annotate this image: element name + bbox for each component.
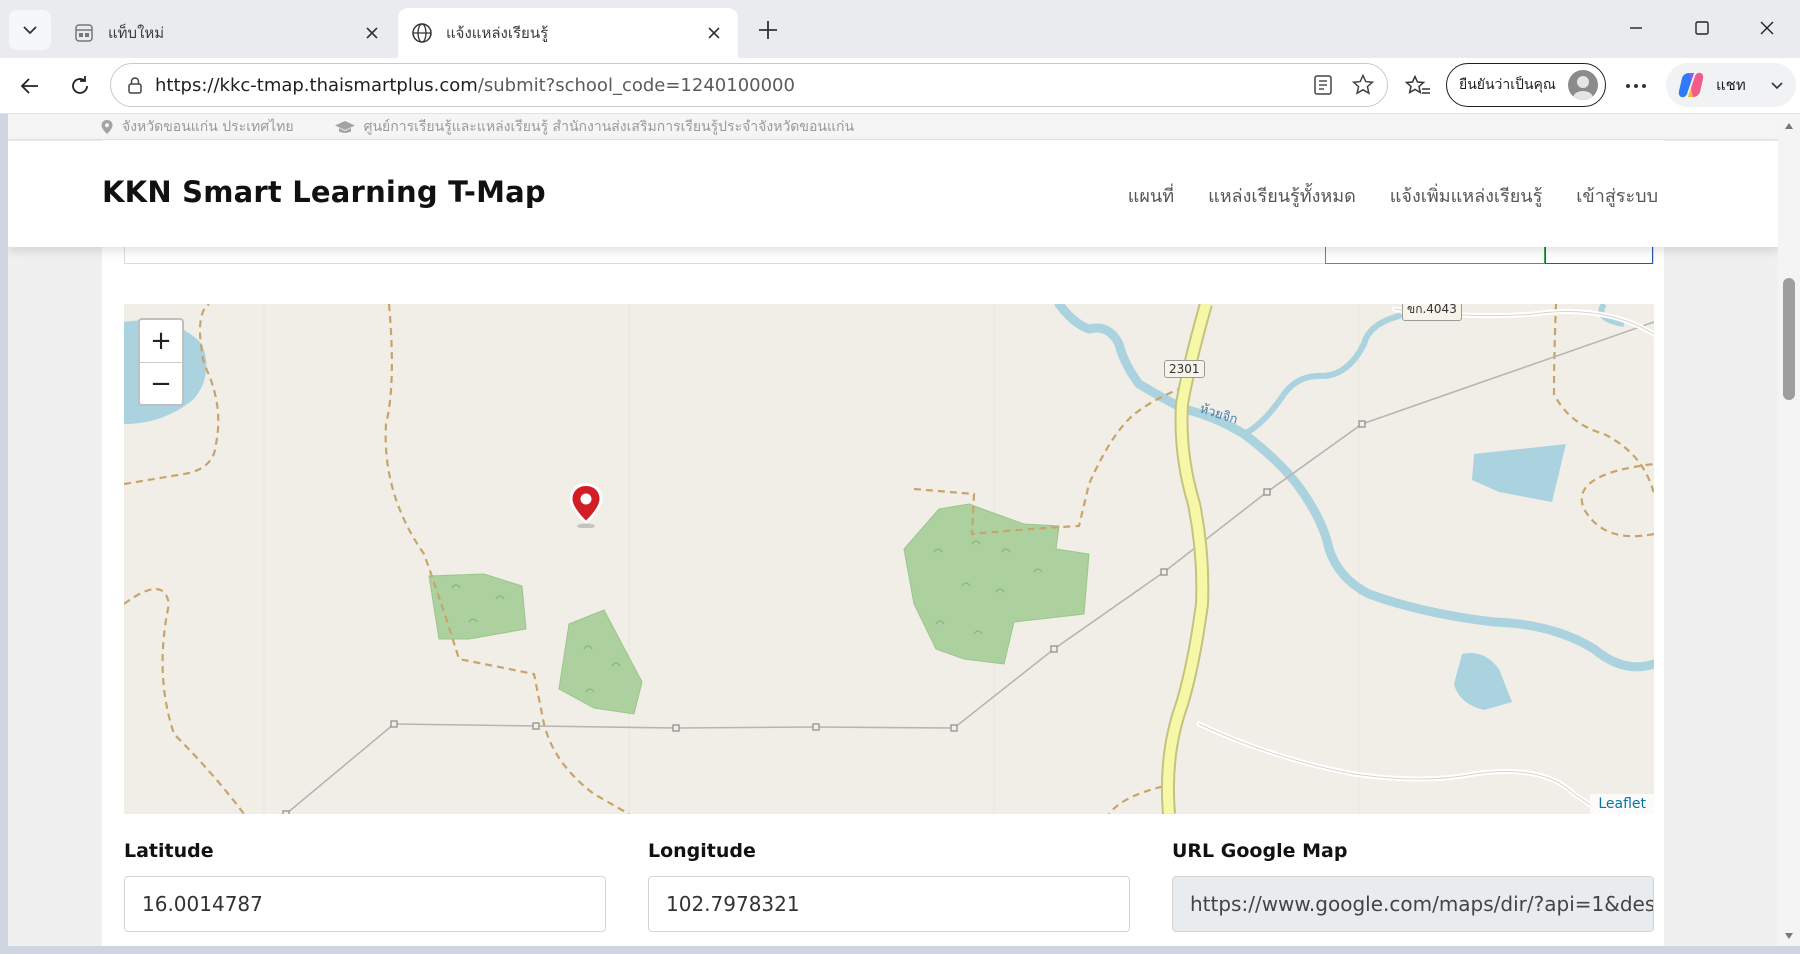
- organization-info: ศูนย์การเรียนรู้และแหล่งเรียนรู้ สำนักงา…: [334, 116, 854, 138]
- arrow-left-icon: [20, 78, 38, 94]
- new-tab-page-icon: [72, 21, 96, 45]
- tab-actions-menu-button[interactable]: [9, 10, 51, 50]
- more-horizontal-icon: [1626, 84, 1646, 88]
- close-icon[interactable]: [358, 19, 386, 47]
- profile-verify-button[interactable]: ยืนยันว่าเป็นคุณ: [1446, 63, 1606, 107]
- copilot-label: แชท: [1716, 76, 1746, 94]
- chevron-down-icon: [23, 26, 37, 35]
- lock-icon[interactable]: [125, 75, 145, 95]
- location-info: จังหวัดขอนแก่น ประเทศไทย: [100, 116, 294, 138]
- more-options-button[interactable]: [1618, 68, 1654, 104]
- plus-icon: [759, 21, 777, 39]
- map-marker-pin-icon[interactable]: [568, 482, 604, 529]
- scroll-down-arrow-icon[interactable]: [1780, 928, 1798, 944]
- page-scrollbar[interactable]: [1778, 114, 1800, 946]
- copilot-chat-button[interactable]: แชท: [1666, 63, 1796, 107]
- location-text: จังหวัดขอนแก่น ประเทศไทย: [122, 118, 294, 135]
- nav-all-learning-sources[interactable]: แหล่งเรียนรู้ทั้งหมด: [1208, 181, 1356, 210]
- back-button[interactable]: [12, 68, 48, 104]
- latitude-input[interactable]: 16.0014787: [124, 876, 606, 932]
- leaflet-attribution-link[interactable]: Leaflet: [1590, 794, 1654, 814]
- browser-tab-bar: แท็บใหม่ แจ้งแหล่งเรียนรู้: [0, 0, 1800, 58]
- favorites-list-icon: [1405, 74, 1430, 95]
- profile-verify-label: ยืนยันว่าเป็นคุณ: [1459, 77, 1556, 93]
- leaflet-map[interactable]: ห้วยจิก 2301 ขก.4043 + − Leaflet: [124, 304, 1654, 814]
- nav-map[interactable]: แผนที่: [1128, 181, 1174, 210]
- reader-mode-icon[interactable]: [1307, 69, 1339, 101]
- copilot-icon: [1678, 72, 1704, 98]
- site-header: KKN Smart Learning T-Map แผนที่ แหล่งเรี…: [8, 141, 1778, 247]
- tab-submit-page[interactable]: แจ้งแหล่งเรียนรู้: [398, 8, 738, 58]
- scrollbar-thumb[interactable]: [1783, 278, 1795, 400]
- tab-title: แท็บใหม่: [108, 24, 165, 42]
- nav-login[interactable]: เข้าสู่ระบบ: [1576, 181, 1658, 210]
- latitude-field: Latitude 16.0014787: [124, 840, 606, 932]
- zoom-out-button[interactable]: −: [140, 362, 182, 404]
- favorite-star-icon[interactable]: [1347, 69, 1379, 101]
- map-pin-icon: [101, 119, 113, 134]
- address-bar[interactable]: https://kkc-tmap.thaismartplus.com/submi…: [110, 63, 1388, 107]
- url-path: /submit?school_code=1240100000: [477, 74, 795, 96]
- url-text[interactable]: https://kkc-tmap.thaismartplus.com/submi…: [155, 75, 1307, 96]
- latitude-label: Latitude: [124, 840, 214, 862]
- browser-toolbar: https://kkc-tmap.thaismartplus.com/submi…: [0, 58, 1800, 114]
- maximize-button[interactable]: [1674, 8, 1730, 48]
- longitude-input[interactable]: 102.7978321: [648, 876, 1130, 932]
- close-icon[interactable]: [700, 19, 728, 47]
- reload-button[interactable]: [62, 68, 98, 104]
- coordinates-form: Latitude 16.0014787 Longitude 102.797832…: [124, 840, 1654, 946]
- google-map-url-label: URL Google Map: [1172, 840, 1348, 862]
- google-map-url-field: URL Google Map https://www.google.com/ma…: [1172, 840, 1654, 932]
- site-brand-title[interactable]: KKN Smart Learning T-Map: [102, 175, 546, 209]
- page-viewport: ห้วยจิก 2301 ขก.4043 + − Leaflet Latitud…: [8, 114, 1778, 946]
- tab-new-tab[interactable]: แท็บใหม่: [60, 8, 396, 58]
- url-host: https://kkc-tmap.thaismartplus.com: [155, 74, 478, 96]
- site-topbar: จังหวัดขอนแก่น ประเทศไทย ศูนย์การเรียนรู…: [8, 114, 1778, 140]
- nav-submit-learning-source[interactable]: แจ้งเพิ่มแหล่งเรียนรู้: [1390, 181, 1542, 210]
- reload-icon: [72, 76, 88, 94]
- minimize-button[interactable]: [1608, 8, 1664, 48]
- google-map-url-input[interactable]: https://www.google.com/maps/dir/?api=1&d…: [1172, 876, 1654, 932]
- graduation-cap-icon: [334, 120, 355, 133]
- maximize-icon: [1695, 21, 1709, 35]
- zoom-control: + −: [138, 318, 184, 406]
- longitude-field: Longitude 102.7978321: [648, 840, 1130, 932]
- minimize-icon: [1630, 27, 1642, 29]
- tab-title: แจ้งแหล่งเรียนรู้: [446, 24, 549, 42]
- map-tiles[interactable]: ห้วยจิก: [124, 304, 1654, 814]
- globe-icon: [410, 21, 434, 45]
- main-nav: แผนที่ แหล่งเรียนรู้ทั้งหมด แจ้งเพิ่มแหล…: [1094, 181, 1658, 210]
- zoom-in-button[interactable]: +: [140, 320, 182, 362]
- new-tab-button[interactable]: [752, 14, 784, 46]
- close-window-button[interactable]: [1739, 8, 1795, 48]
- longitude-label: Longitude: [648, 840, 756, 862]
- organization-text: ศูนย์การเรียนรู้และแหล่งเรียนรู้ สำนักงา…: [363, 118, 855, 135]
- favorites-button[interactable]: [1400, 68, 1436, 104]
- scroll-up-arrow-icon[interactable]: [1780, 118, 1798, 134]
- road-shield-2301: 2301: [1164, 360, 1205, 378]
- close-icon: [1760, 21, 1774, 35]
- chevron-down-icon: [1771, 82, 1783, 90]
- road-shield-4043: ขก.4043: [1402, 304, 1462, 321]
- avatar: [1568, 70, 1598, 100]
